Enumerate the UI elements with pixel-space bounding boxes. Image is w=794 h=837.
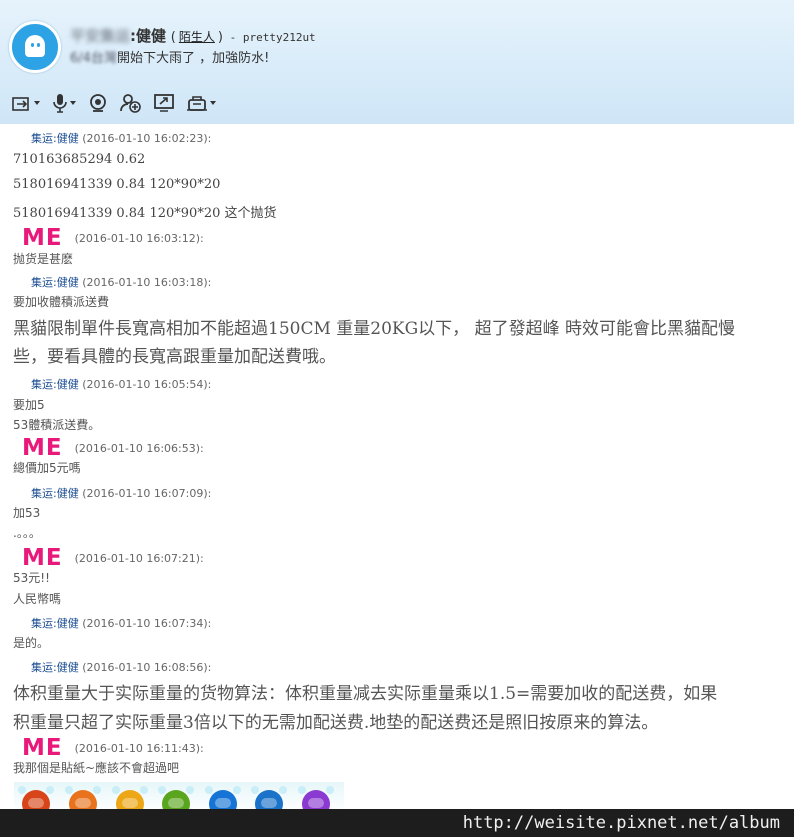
timestamp: (2016-01-10 16:07:21): <box>74 552 204 565</box>
message-header: 集运:健健 (2016-01-10 16:07:34): <box>31 615 211 631</box>
my-message-header: ME (2016-01-10 16:03:12): <box>22 222 204 251</box>
timestamp: (2016-01-10 16:06:53): <box>74 442 204 455</box>
message-line: 總價加5元嗎 <box>13 461 81 475</box>
remote-assist-icon <box>187 96 207 111</box>
message-line: 体积重量大于实际重量的货物算法：体积重量减去实际重量乘以1.5=需要加收的配送费… <box>13 684 718 704</box>
remote-assist-button[interactable] <box>186 92 216 114</box>
relation-link[interactable]: 陌生人 <box>176 30 218 44</box>
timestamp: (2016-01-10 16:08:56): <box>78 661 212 674</box>
message-line: 些，要看具體的長寬高跟重量加配送費哦。 <box>13 347 336 367</box>
chat-toolbar <box>12 92 228 114</box>
timestamp: (2016-01-10 16:03:12): <box>74 232 204 245</box>
message-line: 黑貓限制單件長寬高相加不能超過150CM 重量20KG以下， 超了發超峰 時效可… <box>13 319 735 339</box>
contact-account: - pretty212ut <box>222 31 316 44</box>
message-header: 集运:健健 (2016-01-10 16:02:23): <box>31 130 211 146</box>
timestamp: (2016-01-10 16:05:54): <box>78 378 212 391</box>
me-badge: ME <box>22 435 63 461</box>
message-line: .。。。 <box>13 526 41 540</box>
contact-avatar[interactable] <box>9 21 61 73</box>
message-line: 要加收體積派送費 <box>13 295 110 309</box>
chevron-down-icon <box>34 101 40 105</box>
message-line: 我那個是貼紙~應該不會超過吧 <box>13 761 180 775</box>
transfer-icon <box>12 97 29 111</box>
share-screen-button[interactable] <box>154 92 174 114</box>
timestamp: (2016-01-10 16:07:09): <box>78 487 212 500</box>
timestamp: (2016-01-10 16:11:43): <box>74 742 204 755</box>
transfer-button[interactable] <box>12 92 40 114</box>
sender-name[interactable]: 集运:健健 <box>31 661 79 674</box>
message-line: 要加5 <box>13 398 45 412</box>
me-badge: ME <box>22 545 63 571</box>
sender-name[interactable]: 集运:健健 <box>31 487 79 500</box>
my-message-header: ME (2016-01-10 16:06:53): <box>22 432 204 461</box>
add-contact-button[interactable] <box>120 92 142 114</box>
me-badge: ME <box>22 225 63 251</box>
timestamp: (2016-01-10 16:07:34): <box>78 617 212 630</box>
status-blurred-part: 6/4台灣 <box>70 51 117 66</box>
timestamp: (2016-01-10 16:02:23): <box>78 132 212 145</box>
message-line: 518016941339 0.84 120*90*20 这个抛货 <box>13 206 277 221</box>
my-message-header: ME (2016-01-10 16:07:21): <box>22 542 204 571</box>
message-line: 518016941339 0.84 120*90*20 <box>13 177 221 192</box>
message-line: 53元!! <box>13 571 50 585</box>
voice-button[interactable] <box>52 92 76 114</box>
timestamp: (2016-01-10 16:03:18): <box>78 276 212 289</box>
message-line: 积重量只超了实际重量3倍以下的无需加配送费.地垫的配送费还是照旧按原来的算法。 <box>13 713 659 733</box>
message-header: 集运:健健 (2016-01-10 16:07:09): <box>31 485 211 501</box>
webcam-icon <box>90 94 106 112</box>
sender-name[interactable]: 集运:健健 <box>31 378 79 391</box>
chevron-down-icon <box>210 101 216 105</box>
video-button[interactable] <box>88 92 108 114</box>
my-message-header: ME (2016-01-10 16:11:43): <box>22 732 204 761</box>
message-line: 710163685294 0.62 <box>13 152 146 167</box>
message-line: 抛货是甚麽 <box>13 252 74 266</box>
contact-title: 平安集运:健健 (陌生人) - pretty212ut <box>70 25 316 45</box>
chevron-down-icon <box>70 101 76 105</box>
contact-name: :健健 <box>130 27 167 45</box>
me-badge: ME <box>22 735 63 761</box>
chat-transcript[interactable]: 集运:健健 (2016-01-10 16:02:23): 71016368529… <box>0 124 794 809</box>
contact-group-name: 平安集运 <box>70 27 131 45</box>
screen-share-icon <box>154 94 174 112</box>
contact-status: 6/4台灣開始下大雨了 ，加強防水! <box>70 47 269 66</box>
message-line: 加53 <box>13 506 41 520</box>
sender-name[interactable]: 集运:健健 <box>31 132 79 145</box>
message-line: 是的。 <box>13 636 50 650</box>
sender-name[interactable]: 集运:健健 <box>31 617 79 630</box>
status-text: 開始下大雨了 ，加強防水! <box>116 51 270 66</box>
message-header: 集运:健健 (2016-01-10 16:05:54): <box>31 376 211 392</box>
microphone-icon <box>53 94 67 113</box>
message-line: 53體積派送費。 <box>13 418 101 432</box>
ghost-icon <box>25 35 45 57</box>
watermark-url: http://weisite.pixnet.net/album <box>462 813 780 833</box>
sender-name[interactable]: 集运:健健 <box>31 276 79 289</box>
chat-window-header: 平安集运:健健 (陌生人) - pretty212ut 6/4台灣開始下大雨了 … <box>0 0 794 124</box>
message-line: 人民幣嗎 <box>13 592 62 606</box>
add-contact-icon <box>120 94 141 113</box>
message-header: 集运:健健 (2016-01-10 16:08:56): <box>31 659 211 675</box>
message-header: 集运:健健 (2016-01-10 16:03:18): <box>31 274 211 290</box>
